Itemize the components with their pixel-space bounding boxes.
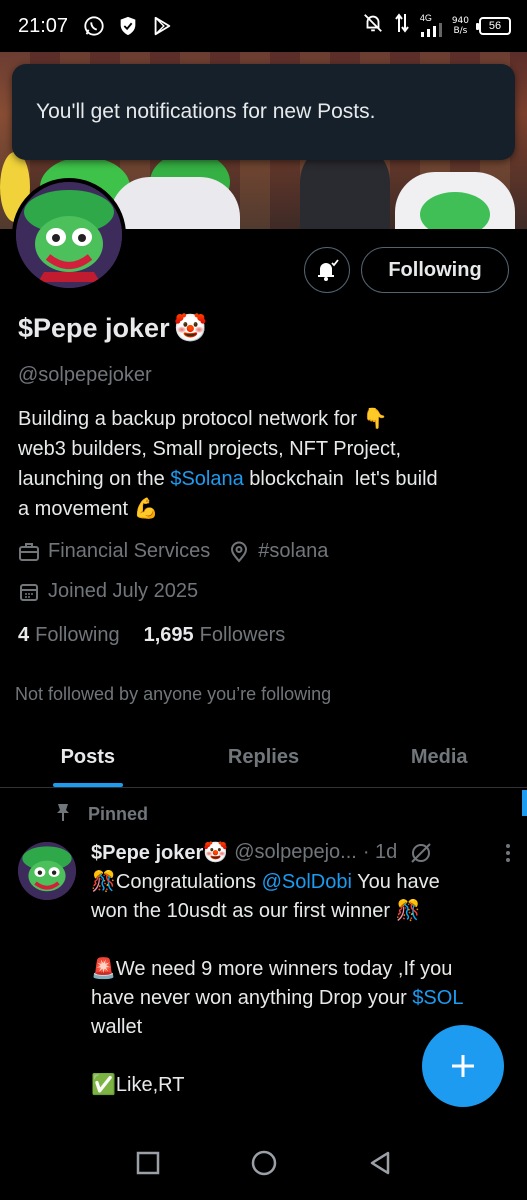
following-count: 4	[18, 624, 30, 646]
author-name-text: $Pepe joker	[91, 842, 204, 864]
notification-bell-button[interactable]	[304, 247, 350, 293]
follow-counts: 4 Following 1,695 Followers	[18, 624, 285, 647]
post-text: You have	[351, 871, 440, 893]
bio-text: Building a backup protocol network for	[18, 408, 363, 430]
battery-icon: 56	[476, 16, 511, 35]
square-nav-icon[interactable]	[135, 1150, 161, 1181]
circle-nav-icon[interactable]	[250, 1149, 278, 1182]
more-options-icon[interactable]	[505, 843, 511, 863]
profile-name-text: $Pepe joker	[18, 312, 170, 343]
shield-icon	[116, 14, 140, 38]
followers-count: 1,695	[143, 624, 194, 646]
tab-replies[interactable]: Replies	[176, 728, 352, 787]
post-text: have never won anything Drop your	[91, 987, 413, 1009]
scroll-indicator[interactable]	[522, 790, 527, 816]
speed-unit: B/s	[453, 25, 468, 36]
post-avatar-image	[18, 842, 76, 900]
network-type: 4G	[419, 13, 432, 23]
status-bar: 21:07 4G 940 B/s 56	[0, 0, 527, 52]
confetti-emoji: 🎊	[395, 900, 421, 922]
play-store-icon	[150, 14, 174, 38]
plus-icon	[452, 1055, 474, 1077]
tab-label: Media	[410, 746, 468, 768]
profile-category: Financial Services	[48, 540, 211, 562]
banner-frog	[420, 192, 490, 229]
bell-check-icon	[318, 259, 339, 281]
profile-joined: Joined July 2025	[48, 580, 199, 602]
location-icon	[228, 541, 250, 563]
solana-cashtag-link[interactable]: $Solana	[170, 468, 243, 490]
mention-link[interactable]: @SolDobi	[262, 871, 352, 893]
profile-bio: Building a backup protocol network for 👇…	[18, 404, 508, 524]
tab-media[interactable]: Media	[351, 728, 527, 787]
check-emoji: ✅	[91, 1074, 116, 1096]
clown-emoji: 🤡	[173, 313, 208, 343]
confetti-emoji: 🎊	[91, 871, 116, 893]
profile-tabs: Posts Replies Media	[0, 728, 527, 788]
bio-text: blockchain let's build	[243, 468, 438, 490]
network-speed: 940 B/s	[452, 16, 469, 36]
clown-emoji: 🤡	[203, 842, 229, 864]
post-text: Congratulations	[115, 871, 262, 893]
following-label: Following	[35, 624, 120, 646]
post-text: We need 9 more winners today ,If you	[115, 958, 453, 980]
not-followed-note: Not followed by anyone you’re following	[15, 684, 332, 704]
notification-toast: You'll get notifications for new Posts.	[12, 64, 515, 160]
sol-cashtag-link[interactable]: $SOL	[412, 987, 463, 1009]
post-header: $Pepe joker🤡 @solpepejo... · 1d	[91, 840, 511, 865]
profile-location[interactable]: #solana	[258, 540, 328, 563]
point-down-emoji: 👇	[362, 408, 388, 430]
status-time: 21:07	[18, 14, 69, 37]
profile-avatar[interactable]	[12, 178, 126, 292]
post-author-avatar[interactable]	[18, 842, 76, 900]
tab-label: Posts	[60, 746, 116, 768]
followers-label: Followers	[199, 624, 286, 646]
tab-posts[interactable]: Posts	[0, 728, 176, 787]
calendar-icon	[18, 581, 40, 603]
post-text: won the 10usdt as our first winner	[91, 900, 396, 922]
briefcase-icon	[18, 541, 40, 563]
bio-text: launching on the	[18, 468, 171, 490]
siren-emoji: 🚨	[91, 958, 116, 980]
flex-emoji: 💪	[133, 498, 159, 520]
data-arrows-icon	[394, 12, 410, 39]
triangle-nav-icon[interactable]	[367, 1150, 393, 1181]
whatsapp-icon	[82, 14, 106, 38]
tab-label: Replies	[227, 746, 300, 768]
following-button[interactable]: Following	[361, 247, 509, 293]
post-time: · 1d	[362, 841, 398, 863]
following-button-label: Following	[388, 258, 482, 281]
post-text: Like,RT	[115, 1074, 185, 1096]
pinned-label: Pinned	[88, 804, 149, 824]
banner-figure	[110, 177, 240, 229]
profile-meta-row: Financial Services #solana	[18, 540, 328, 563]
battery-level: 56	[488, 19, 502, 32]
pinned-indicator: Pinned	[54, 802, 148, 827]
speed-value: 940	[451, 15, 469, 26]
system-nav-bar	[0, 1130, 527, 1200]
profile-name: $Pepe joker 🤡	[18, 312, 207, 344]
bell-off-icon	[362, 12, 384, 39]
profile-joined-row: Joined July 2025	[18, 580, 198, 603]
avatar-image	[16, 182, 122, 288]
profile-handle: @solpepejoker	[18, 364, 152, 386]
status-right: 4G 940 B/s 56	[362, 12, 511, 39]
bio-text: web3 builders, Small projects, NFT Proje…	[18, 438, 402, 460]
post-author-name[interactable]: $Pepe joker🤡	[91, 840, 228, 865]
pin-icon	[54, 802, 72, 827]
toast-text: You'll get notifications for new Posts.	[36, 100, 376, 123]
post-author-handle[interactable]: @solpepejo...	[234, 841, 357, 864]
bio-text: a movement	[18, 498, 134, 520]
signal-icon: 4G	[420, 14, 442, 37]
grok-icon[interactable]	[409, 841, 433, 865]
following-count-link[interactable]: 4 Following	[18, 624, 120, 647]
followers-count-link[interactable]: 1,695 Followers	[144, 624, 286, 647]
compose-post-button[interactable]	[422, 1025, 504, 1107]
